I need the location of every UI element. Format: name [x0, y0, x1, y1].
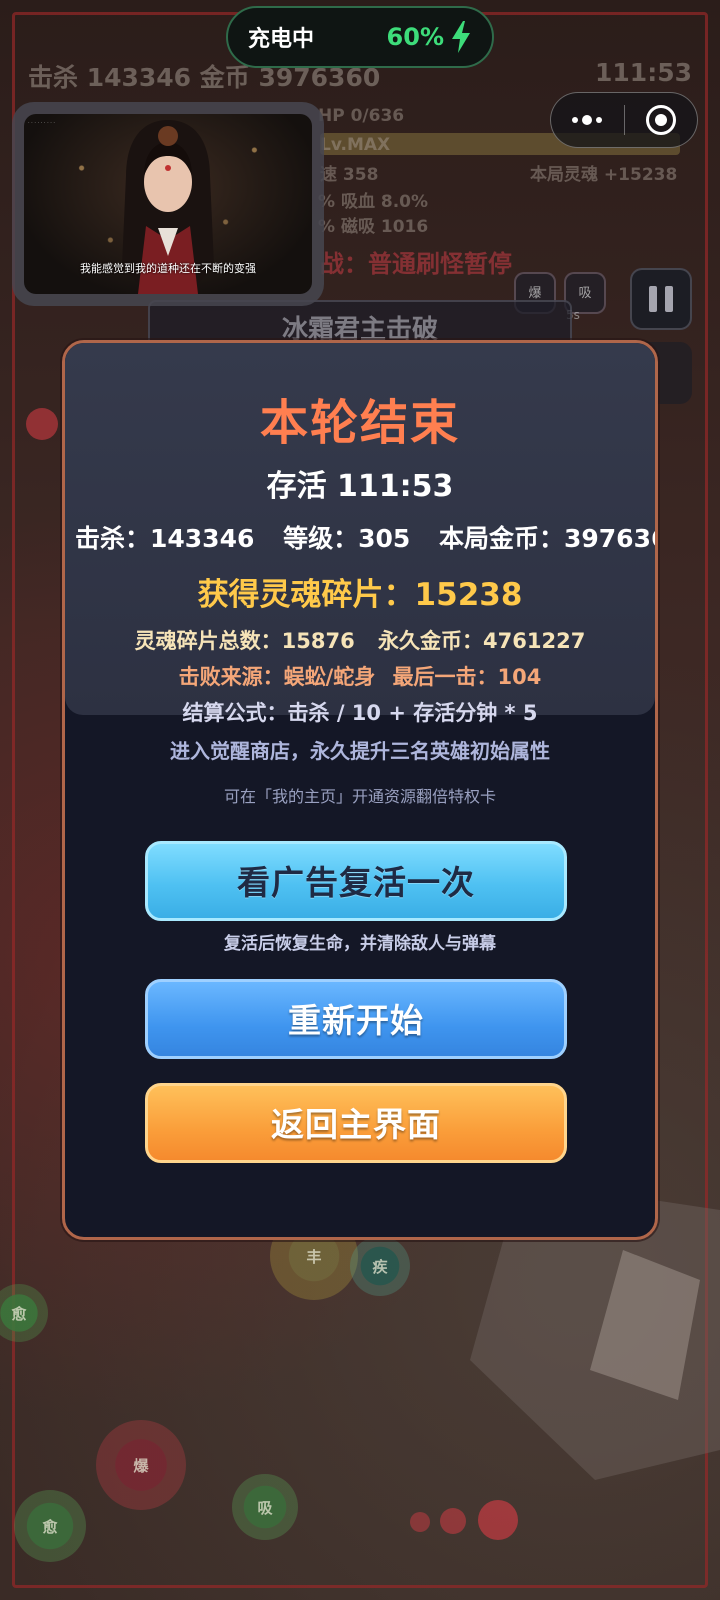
pickup-orb: 愈: [14, 1490, 86, 1562]
pause-icon-bar: [665, 286, 673, 312]
video-player[interactable]: · · · · · · · · · 我能感觉到我的道种还在不断的变强: [24, 114, 312, 294]
hud-level: Lv.MAX: [320, 135, 391, 155]
privilege-tip: 可在「我的主页」开通资源翻倍特权卡: [223, 787, 496, 806]
totals-row: 灵魂碎片总数：15876 永久金币：4761227: [65, 625, 655, 655]
miniprogram-capsule: [550, 92, 698, 148]
kills-stat: 击杀：143346: [75, 524, 255, 553]
soul-fragments-earned: 获得灵魂碎片：15238: [197, 577, 523, 613]
pause-icon-bar: [649, 286, 657, 312]
pickup-orb: 爆: [96, 1420, 186, 1510]
permanent-gold: 永久金币：4761227: [378, 629, 586, 653]
settlement-formula: 结算公式：击杀 / 10 + 存活分钟 * 5: [182, 701, 538, 725]
enemy-orb: [410, 1512, 430, 1532]
restart-button[interactable]: 重新开始: [145, 979, 567, 1059]
charging-status-pill: 充电中 60%: [226, 6, 494, 68]
enemy-orb: [26, 408, 58, 440]
defeat-source: 击败来源：蜈蚣/蛇身: [178, 665, 376, 689]
video-overlay[interactable]: · · · · · · · · · 我能感觉到我的道种还在不断的变强: [12, 102, 324, 306]
wave-status-text: 战：普通刷怪暂停: [320, 250, 512, 278]
pickup-orb: 疾: [350, 1236, 410, 1296]
hud-lifesteal: % 吸血 8.0%: [318, 192, 429, 212]
return-home-button[interactable]: 返回主界面: [145, 1083, 567, 1163]
pickup-orb: 吸: [232, 1474, 298, 1540]
last-hit: 最后一击：104: [392, 665, 542, 689]
round-gold-stat: 本局金币：3976360: [439, 524, 655, 553]
level-stat: 等级：305: [283, 524, 411, 553]
enemy-orb: [440, 1508, 466, 1534]
round-stats-row: 击杀：143346 等级：305 本局金币：3976360: [65, 519, 655, 555]
round-end-dialog: 本轮结束 存活 111:53 击杀：143346 等级：305 本局金币：397…: [62, 340, 658, 1240]
hud-timer: 111:53: [595, 58, 692, 87]
survive-time: 存活 111:53: [266, 469, 454, 504]
close-target-icon: [645, 105, 676, 135]
bolt-icon: [452, 21, 470, 53]
hud-round-soul: 本局灵魂 +15238: [530, 165, 678, 185]
hud-hp: HP 0/636: [318, 106, 405, 126]
shop-tip: 进入觉醒商店，永久提升三名英雄初始属性: [170, 739, 550, 763]
watch-ad-revive-button[interactable]: 看广告复活一次: [145, 841, 567, 921]
hud-magnet: % 磁吸 1016: [318, 217, 429, 237]
defeat-row: 击败来源：蜈蚣/蛇身 最后一击：104: [65, 661, 655, 691]
close-miniprogram-button[interactable]: [625, 93, 698, 147]
revive-note: 复活后恢复生命，并清除敌人与弹幕: [224, 934, 496, 954]
charging-label: 充电中: [248, 27, 315, 52]
more-dots-icon: [572, 115, 603, 125]
battery-percent: 60%: [386, 23, 444, 51]
pause-button[interactable]: [630, 268, 692, 330]
video-subtitle: 我能感觉到我的道种还在不断的变强: [80, 262, 256, 275]
total-fragments: 灵魂碎片总数：15876: [134, 629, 355, 653]
hud-speed: 速 358: [320, 165, 379, 185]
enemy-orb: [478, 1500, 518, 1540]
video-caption-tiny: · · · · · · · · ·: [28, 120, 56, 126]
more-button[interactable]: [551, 93, 624, 147]
dialog-title: 本轮结束: [259, 395, 460, 451]
